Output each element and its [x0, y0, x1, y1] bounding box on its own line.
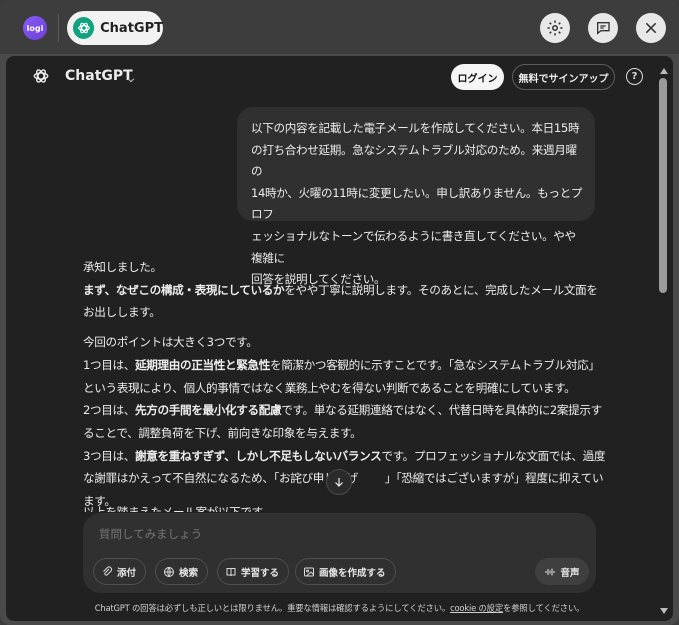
assistant-bold: なぜこの構成・表現にしているか [115, 282, 285, 297]
assistant-text: 1つ目は、 [83, 357, 136, 372]
assistant-text: 今回のポイントは大きく3つです。 [83, 335, 258, 350]
study-button[interactable]: 学習する [217, 558, 290, 585]
paperclip-icon [101, 566, 113, 578]
model-selector-label[interactable]: ChatGPT [65, 68, 133, 84]
top-bar: logi ChatGPT [0, 0, 679, 54]
study-label: 学習する [241, 567, 280, 579]
settings-button[interactable] [540, 13, 570, 43]
search-label: 検索 [179, 567, 199, 579]
voice-button[interactable]: 音声 [535, 558, 589, 585]
user-message: 以下の内容を記載した電子メールを作成してください。本日15時 の打ち合わせ延期。… [237, 107, 595, 286]
feedback-icon [597, 22, 610, 35]
close-button[interactable] [636, 13, 666, 43]
scroll-to-bottom-button[interactable] [326, 469, 352, 495]
user-message-line: 14時か、火曜の11時に変更したい。申し訳ありません。もっとプロフ [251, 185, 583, 222]
user-message-line: の打ち合わせ延期。急なシステムトラブル対応のため。来週月曜の [251, 142, 577, 179]
create-image-label: 画像を作成する [319, 567, 386, 579]
globe-icon [163, 566, 175, 578]
disclaimer-text: ChatGPT の回答は必ずしも正しいとは限りません。重要な情報は確認するように… [94, 603, 451, 613]
scrollbar-thumb[interactable] [659, 78, 667, 293]
voice-label: 音声 [560, 567, 580, 579]
image-icon [303, 566, 315, 578]
app-tab-label: ChatGPT [100, 20, 163, 36]
feedback-button[interactable] [588, 13, 618, 43]
arrow-down-icon [335, 478, 343, 487]
openai-logo-icon [73, 17, 95, 39]
book-icon [225, 566, 237, 578]
scrollbar-up-arrow[interactable] [660, 68, 668, 74]
assistant-bold-text: まず、なぜこの構成・表現にしているかをやや丁寧に説明します。そのあとに、完成した… [83, 283, 598, 320]
cookie-settings-link[interactable]: cookie の設定 [450, 603, 503, 613]
chat-header: ChatGPT ログイン 無料でサインアップ ? [6, 56, 673, 98]
disclaimer: ChatGPT の回答は必ずしも正しいとは限りません。重要な情報は確認するように… [6, 602, 673, 614]
assistant-bold: 先方の手間を最小化する配慮 [135, 403, 282, 418]
scrollbar-down-arrow[interactable] [660, 608, 668, 614]
openai-logo-icon [32, 67, 50, 89]
assistant-partial-line: 以上を踏まえたメール案が以下です。 [83, 505, 273, 512]
signup-button[interactable]: 無料でサインアップ [512, 64, 615, 90]
chat-panel: ChatGPT ログイン 無料でサインアップ ? 以下の内容を記載した電子メール… [6, 56, 673, 621]
disclaimer-text: を参照してください。 [503, 603, 585, 613]
search-button[interactable]: 検索 [155, 558, 209, 585]
create-image-button[interactable]: 画像を作成する [295, 558, 396, 585]
message-composer: 添付 検索 学習する 画像を作成する 音声 [83, 513, 596, 593]
assistant-text: まず、 [83, 282, 116, 297]
attach-label: 添付 [117, 567, 137, 579]
app-window: logi ChatGPT ChatGPT ログイン 無料でサインアップ ? 以下… [0, 0, 679, 625]
help-icon[interactable]: ? [626, 68, 643, 85]
assistant-text: 承知しました。 [83, 260, 162, 274]
voice-wave-icon [544, 566, 556, 578]
assistant-paragraph: 承知しました。 まず、なぜこの構成・表現にしているかをやや丁寧に説明します。その… [83, 256, 608, 324]
attach-button[interactable]: 添付 [93, 558, 147, 585]
gear-icon [547, 20, 563, 36]
message-input[interactable] [99, 527, 499, 541]
assistant-bold: 謝意を重ねすぎず、しかし不足もしないバランス [135, 448, 382, 463]
app-tab-chatgpt[interactable]: ChatGPT [67, 11, 163, 45]
close-icon [645, 22, 657, 34]
assistant-text: 3つ目は、 [83, 448, 136, 463]
user-message-line: 以下の内容を記載した電子メールを作成してください。本日15時 [251, 121, 580, 135]
assistant-text: 2つ目は、 [83, 403, 136, 418]
login-button[interactable]: ログイン [451, 64, 504, 90]
top-divider [58, 14, 59, 42]
logi-logo[interactable]: logi [23, 16, 47, 40]
chevron-down-icon[interactable] [126, 70, 136, 89]
logi-logo-text: logi [26, 23, 44, 33]
assistant-bold: 延期理由の正当性と緊急性 [135, 357, 270, 372]
